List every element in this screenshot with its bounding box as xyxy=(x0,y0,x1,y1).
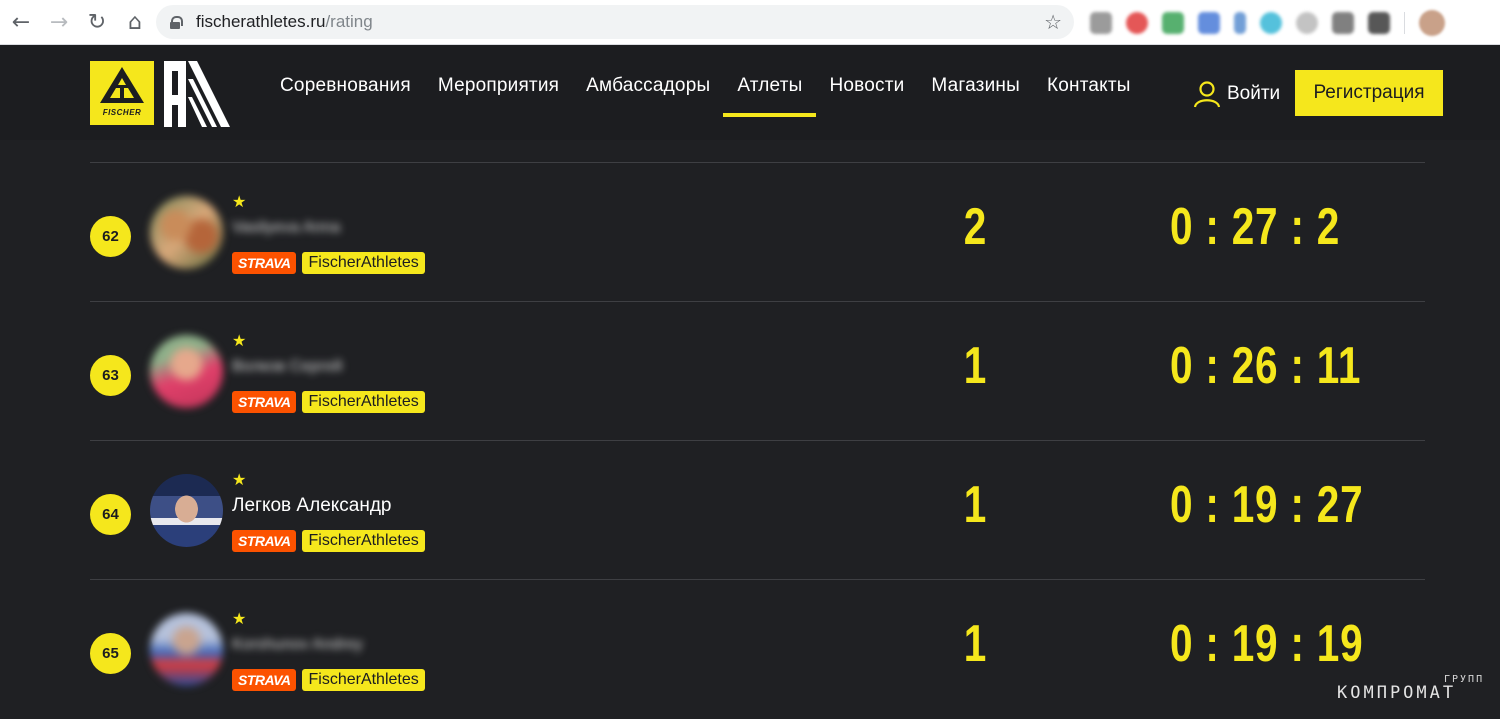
forward-button[interactable]: → xyxy=(40,3,78,41)
extension-icon[interactable] xyxy=(1126,12,1148,34)
favorite-star-icon[interactable]: ★ xyxy=(232,331,246,350)
rank-badge: 64 xyxy=(90,494,131,535)
strava-badge[interactable]: STRAVA xyxy=(232,391,297,413)
fischerathletes-badge: FischerAthletes xyxy=(302,391,425,413)
total-time: 0 : 19 : 19 xyxy=(1170,615,1364,673)
reload-button[interactable]: ↻ xyxy=(78,3,116,41)
url-path: /rating xyxy=(325,12,373,31)
site-header: FISCHER Соревнования Мероприятия Амбасса… xyxy=(0,45,1500,140)
rating-row[interactable]: 63 ★ Волков Сергей STRAVA FischerAthlete… xyxy=(90,301,1425,440)
total-time: 0 : 27 : 2 xyxy=(1170,198,1341,256)
extension-icon[interactable] xyxy=(1234,12,1246,34)
url-host: fischerathletes.ru xyxy=(196,12,326,31)
nav-item-competitions[interactable]: Соревнования xyxy=(280,75,411,120)
home-icon: ⌂ xyxy=(128,9,142,35)
rating-row[interactable]: 62 ★ Vasilyeva Anna STRAVA FischerAthlet… xyxy=(90,162,1425,301)
login-label: Войти xyxy=(1227,83,1281,104)
register-button[interactable]: Регистрация xyxy=(1295,70,1443,116)
total-time: 0 : 26 : 11 xyxy=(1170,337,1362,395)
athlete-avatar[interactable] xyxy=(150,474,223,547)
home-button[interactable]: ⌂ xyxy=(116,3,154,41)
activity-count: 1 xyxy=(963,615,987,673)
login-link[interactable]: Войти xyxy=(1192,79,1280,109)
rating-row[interactable]: 65 ★ Korshunov Andrey STRAVA FischerAthl… xyxy=(90,579,1425,718)
reload-icon: ↻ xyxy=(87,9,107,35)
nav-item-ambassadors[interactable]: Амбассадоры xyxy=(586,75,710,120)
activity-count: 1 xyxy=(963,337,987,395)
watermark-text: КОМПРОМАТ xyxy=(1337,683,1457,703)
activity-count: 2 xyxy=(963,198,987,256)
extension-icon[interactable] xyxy=(1260,12,1282,34)
athlete-badges: STRAVA FischerAthletes xyxy=(232,391,425,413)
extension-icon[interactable] xyxy=(1090,12,1112,34)
athlete-badges: STRAVA FischerAthletes xyxy=(232,252,425,274)
athlete-name[interactable]: Korshunov Andrey xyxy=(232,636,363,654)
extension-icon[interactable] xyxy=(1332,12,1354,34)
nav-item-shops[interactable]: Магазины xyxy=(931,75,1020,120)
toolbar-divider xyxy=(1404,12,1405,34)
athlete-avatar[interactable] xyxy=(150,196,223,269)
fischer-logo-text: FISCHER xyxy=(102,108,142,117)
profile-avatar[interactable] xyxy=(1419,10,1445,36)
activity-count: 1 xyxy=(963,476,987,534)
rating-row[interactable]: 64 ★ Легков Александр STRAVA FischerAthl… xyxy=(90,440,1425,579)
rank-badge: 65 xyxy=(90,633,131,674)
nav-item-events[interactable]: Мероприятия xyxy=(438,75,559,120)
fischerathletes-badge: FischerAthletes xyxy=(302,669,425,691)
extension-icon[interactable] xyxy=(1198,12,1220,34)
fischerathletes-badge: FischerAthletes xyxy=(302,530,425,552)
nav-item-contacts[interactable]: Контакты xyxy=(1047,75,1131,120)
athlete-name[interactable]: Волков Сергей xyxy=(232,358,342,376)
athlete-avatar[interactable] xyxy=(150,335,223,408)
main-navigation: Соревнования Мероприятия Амбассадоры Атл… xyxy=(280,75,1158,120)
extensions-bar xyxy=(1090,10,1445,36)
back-button[interactable]: ← xyxy=(2,3,40,41)
athletes-logo[interactable] xyxy=(164,61,230,127)
extension-icon[interactable] xyxy=(1368,12,1390,34)
favorite-star-icon[interactable]: ★ xyxy=(232,609,246,628)
favorite-star-icon[interactable]: ★ xyxy=(232,470,246,489)
nav-item-news[interactable]: Новости xyxy=(829,75,904,120)
strava-badge[interactable]: STRAVA xyxy=(232,669,297,691)
fischerathletes-badge: FischerAthletes xyxy=(302,252,425,274)
nav-item-athletes[interactable]: Атлеты xyxy=(723,75,817,120)
lock-icon xyxy=(170,15,183,29)
extension-icon[interactable] xyxy=(1296,12,1318,34)
rank-badge: 62 xyxy=(90,216,131,257)
strava-badge[interactable]: STRAVA xyxy=(232,530,297,552)
browser-toolbar: ← → ↻ ⌂ fischerathletes.ru/rating ☆ xyxy=(0,0,1500,45)
athlete-name[interactable]: Vasilyeva Anna xyxy=(232,219,340,237)
user-icon xyxy=(1193,81,1221,108)
athlete-badges: STRAVA FischerAthletes xyxy=(232,669,425,691)
address-bar[interactable]: fischerathletes.ru/rating ☆ xyxy=(156,5,1074,39)
athletes-a-logo-icon xyxy=(164,61,230,127)
rating-list: 62 ★ Vasilyeva Anna STRAVA FischerAthlet… xyxy=(90,162,1425,718)
arrow-right-icon: → xyxy=(49,9,69,35)
athlete-avatar[interactable] xyxy=(150,613,223,686)
arrow-left-icon: ← xyxy=(11,9,31,35)
rank-badge: 63 xyxy=(90,355,131,396)
athlete-badges: STRAVA FischerAthletes xyxy=(232,530,425,552)
extension-icon[interactable] xyxy=(1162,12,1184,34)
total-time: 0 : 19 : 27 xyxy=(1170,476,1364,534)
strava-badge[interactable]: STRAVA xyxy=(232,252,297,274)
favorite-star-icon[interactable]: ★ xyxy=(232,192,246,211)
fischer-logo[interactable]: FISCHER xyxy=(90,61,154,125)
athlete-name[interactable]: Легков Александр xyxy=(232,495,392,517)
bookmark-star-icon[interactable]: ☆ xyxy=(1044,10,1062,34)
